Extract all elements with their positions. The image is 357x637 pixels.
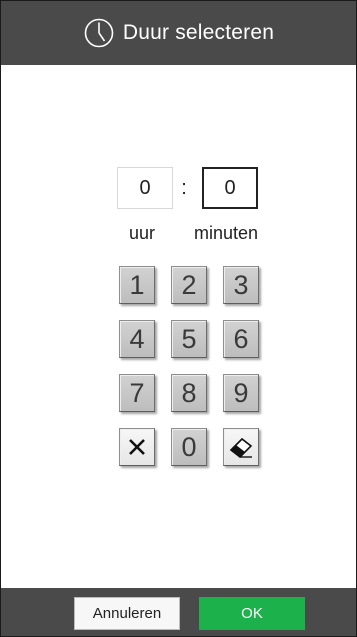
duration-display: 0 : 0	[1, 165, 356, 215]
clock-icon	[84, 18, 114, 48]
dialog-title: Duur selecteren	[122, 21, 275, 44]
close-icon	[129, 439, 145, 455]
ok-button[interactable]: OK	[199, 597, 305, 630]
key-1[interactable]: 1	[119, 266, 155, 304]
hours-unit-label: uur	[129, 223, 156, 243]
key-6[interactable]: 6	[223, 320, 259, 358]
clear-key[interactable]	[119, 428, 155, 466]
key-4[interactable]: 4	[119, 320, 155, 358]
time-separator: :	[181, 177, 187, 199]
minutes-field[interactable]: 0	[202, 167, 258, 209]
cancel-button[interactable]: Annuleren	[74, 597, 180, 630]
erase-key[interactable]	[223, 428, 259, 466]
key-2[interactable]: 2	[171, 266, 207, 304]
key-3[interactable]: 3	[223, 266, 259, 304]
minutes-unit-label: minuten	[194, 223, 259, 243]
key-5[interactable]: 5	[171, 320, 207, 358]
key-8[interactable]: 8	[171, 374, 207, 412]
hours-field[interactable]: 0	[117, 167, 173, 209]
key-7[interactable]: 7	[119, 374, 155, 412]
key-0[interactable]: 0	[171, 428, 207, 466]
key-9[interactable]: 9	[223, 374, 259, 412]
dialog-footer: Annuleren OK	[1, 588, 356, 636]
eraser-icon	[229, 437, 253, 458]
duration-dialog: Duur selecteren 0 : 0 uur minuten 1 2 3 …	[0, 0, 357, 637]
title-bar: Duur selecteren	[1, 1, 356, 65]
